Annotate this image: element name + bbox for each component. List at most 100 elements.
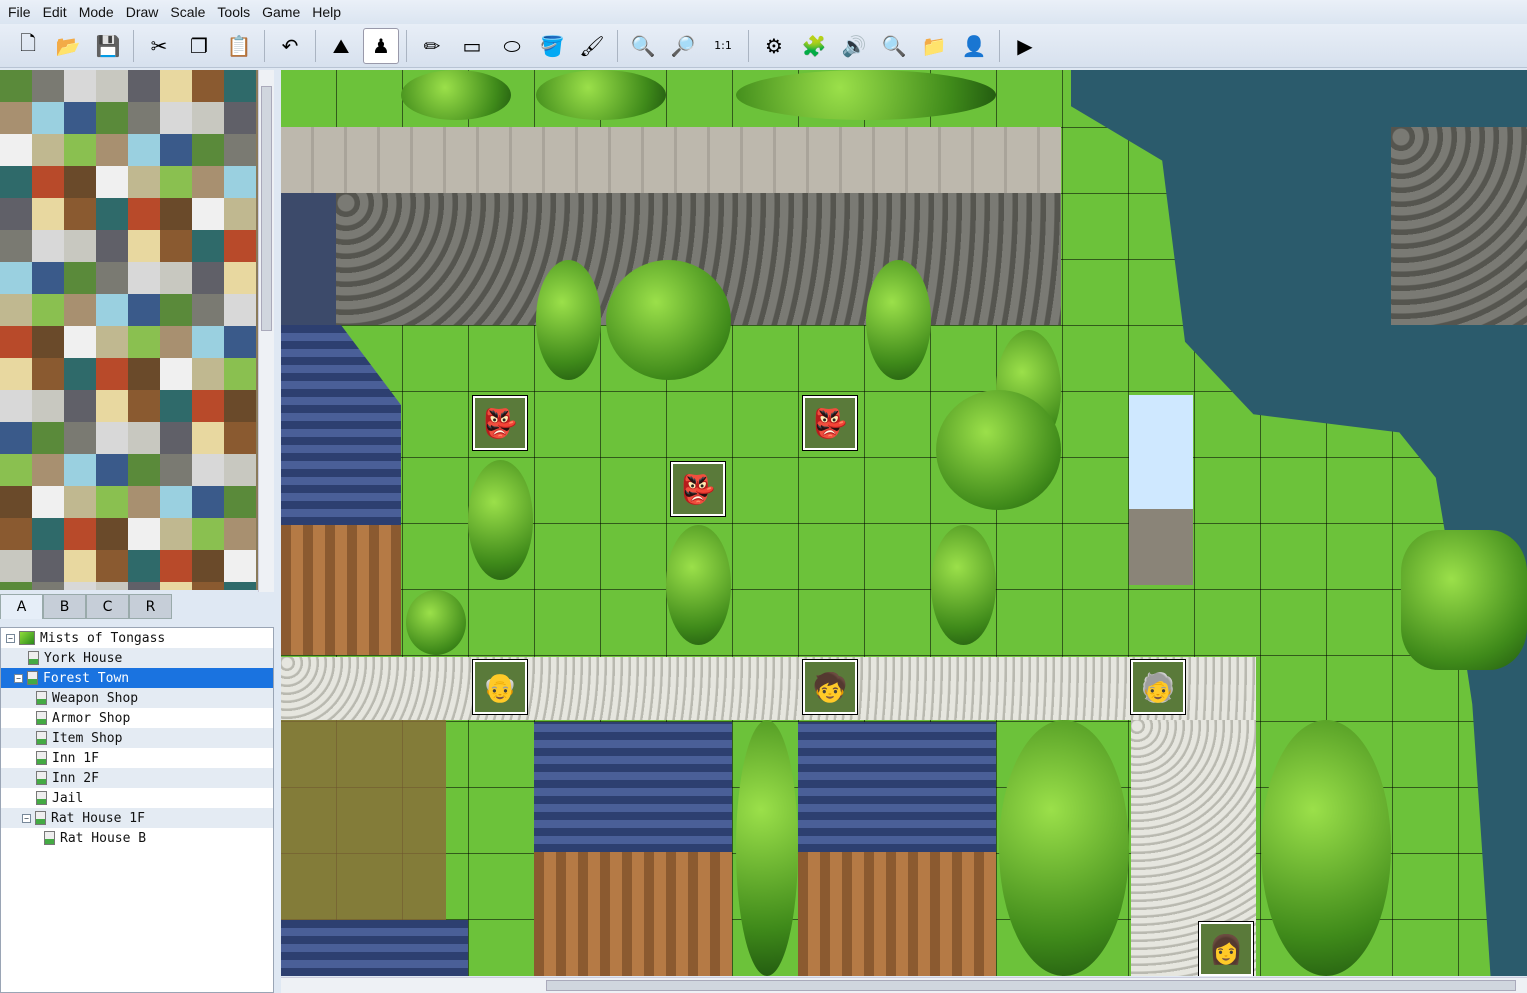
- tile[interactable]: [96, 326, 128, 358]
- tile[interactable]: [224, 134, 256, 166]
- ellipse-button[interactable]: ⬭: [494, 28, 530, 64]
- tile[interactable]: [160, 326, 192, 358]
- tile[interactable]: [64, 518, 96, 550]
- map-horizontal-scrollbar[interactable]: [281, 977, 1527, 993]
- tile[interactable]: [0, 294, 32, 326]
- collapse-toggle-icon[interactable]: −: [6, 633, 15, 643]
- copy-button[interactable]: ❐: [181, 28, 217, 64]
- tile[interactable]: [96, 134, 128, 166]
- tile[interactable]: [128, 486, 160, 518]
- menu-mode[interactable]: Mode: [75, 4, 122, 20]
- save-button[interactable]: 💾: [90, 28, 126, 64]
- tile[interactable]: [64, 550, 96, 582]
- tile[interactable]: [192, 262, 224, 294]
- tile[interactable]: [160, 198, 192, 230]
- goblin-event[interactable]: 👺: [670, 461, 726, 517]
- playtest-button[interactable]: ▶: [1007, 28, 1043, 64]
- map-tree-item[interactable]: Inn 1F: [1, 748, 273, 768]
- tile[interactable]: [160, 518, 192, 550]
- tile[interactable]: [192, 198, 224, 230]
- tile[interactable]: [64, 390, 96, 422]
- tile[interactable]: [128, 518, 160, 550]
- map-tree-item[interactable]: York House: [1, 648, 273, 668]
- tile[interactable]: [224, 518, 256, 550]
- menu-file[interactable]: File: [4, 4, 39, 20]
- tile[interactable]: [32, 326, 64, 358]
- zoom-in-button[interactable]: 🔍: [625, 28, 661, 64]
- tile[interactable]: [32, 486, 64, 518]
- tile[interactable]: [0, 422, 32, 454]
- map-tree-item[interactable]: Jail: [1, 788, 273, 808]
- tile[interactable]: [224, 326, 256, 358]
- tile[interactable]: [0, 486, 32, 518]
- tile[interactable]: [0, 582, 32, 590]
- tile[interactable]: [192, 582, 224, 590]
- tile[interactable]: [64, 70, 96, 102]
- tile[interactable]: [96, 390, 128, 422]
- tile[interactable]: [0, 70, 32, 102]
- collapse-toggle-icon[interactable]: −: [22, 813, 31, 823]
- script-search-button[interactable]: 🔍: [876, 28, 912, 64]
- tile[interactable]: [64, 422, 96, 454]
- tile[interactable]: [160, 422, 192, 454]
- map-tree-item[interactable]: Weapon Shop: [1, 688, 273, 708]
- sound-test-button[interactable]: 🔊: [836, 28, 872, 64]
- tab-r[interactable]: R: [129, 594, 172, 619]
- npc-event[interactable]: 👴: [472, 659, 528, 715]
- tab-a[interactable]: A: [0, 594, 43, 619]
- tileset-scrollbar[interactable]: [258, 70, 274, 592]
- tile[interactable]: [0, 166, 32, 198]
- tile[interactable]: [128, 102, 160, 134]
- tile[interactable]: [96, 198, 128, 230]
- tile[interactable]: [0, 326, 32, 358]
- tile[interactable]: [64, 294, 96, 326]
- tile[interactable]: [160, 550, 192, 582]
- tile[interactable]: [32, 550, 64, 582]
- tile[interactable]: [192, 326, 224, 358]
- tile[interactable]: [224, 262, 256, 294]
- tile[interactable]: [96, 166, 128, 198]
- tile[interactable]: [192, 390, 224, 422]
- tile[interactable]: [96, 262, 128, 294]
- scrollbar-thumb[interactable]: [261, 86, 272, 331]
- tile[interactable]: [32, 518, 64, 550]
- tile[interactable]: [160, 102, 192, 134]
- tile[interactable]: [160, 166, 192, 198]
- tile[interactable]: [96, 582, 128, 590]
- tile[interactable]: [128, 166, 160, 198]
- tile[interactable]: [0, 358, 32, 390]
- tile[interactable]: [160, 70, 192, 102]
- map-mode-button[interactable]: ⛰: [323, 28, 359, 64]
- tile[interactable]: [224, 294, 256, 326]
- zoom-actual-button[interactable]: 1:1: [705, 28, 741, 64]
- tile[interactable]: [160, 294, 192, 326]
- tile[interactable]: [224, 390, 256, 422]
- tile[interactable]: [32, 262, 64, 294]
- tile[interactable]: [64, 454, 96, 486]
- tile[interactable]: [96, 230, 128, 262]
- menu-tools[interactable]: Tools: [213, 4, 258, 20]
- tile[interactable]: [64, 326, 96, 358]
- map-tree-item[interactable]: Armor Shop: [1, 708, 273, 728]
- tile[interactable]: [32, 166, 64, 198]
- menu-edit[interactable]: Edit: [39, 4, 75, 20]
- open-folder-button[interactable]: 📁: [916, 28, 952, 64]
- map-tree-item[interactable]: − Mists of Tongass: [1, 628, 273, 648]
- tile[interactable]: [192, 486, 224, 518]
- tile[interactable]: [0, 390, 32, 422]
- tile[interactable]: [224, 582, 256, 590]
- tile[interactable]: [96, 422, 128, 454]
- tile[interactable]: [0, 230, 32, 262]
- tile[interactable]: [32, 70, 64, 102]
- tile[interactable]: [96, 454, 128, 486]
- map-canvas[interactable]: 👺 👺 👺 👴 🧒 🧓 👩: [281, 70, 1527, 976]
- tile[interactable]: [128, 134, 160, 166]
- tile[interactable]: [192, 70, 224, 102]
- tile[interactable]: [32, 102, 64, 134]
- npc-event[interactable]: 🧓: [1130, 659, 1186, 715]
- tile[interactable]: [64, 582, 96, 590]
- shadow-pen-button[interactable]: 🖌: [574, 28, 610, 64]
- tile[interactable]: [192, 422, 224, 454]
- tile[interactable]: [128, 326, 160, 358]
- tile[interactable]: [128, 198, 160, 230]
